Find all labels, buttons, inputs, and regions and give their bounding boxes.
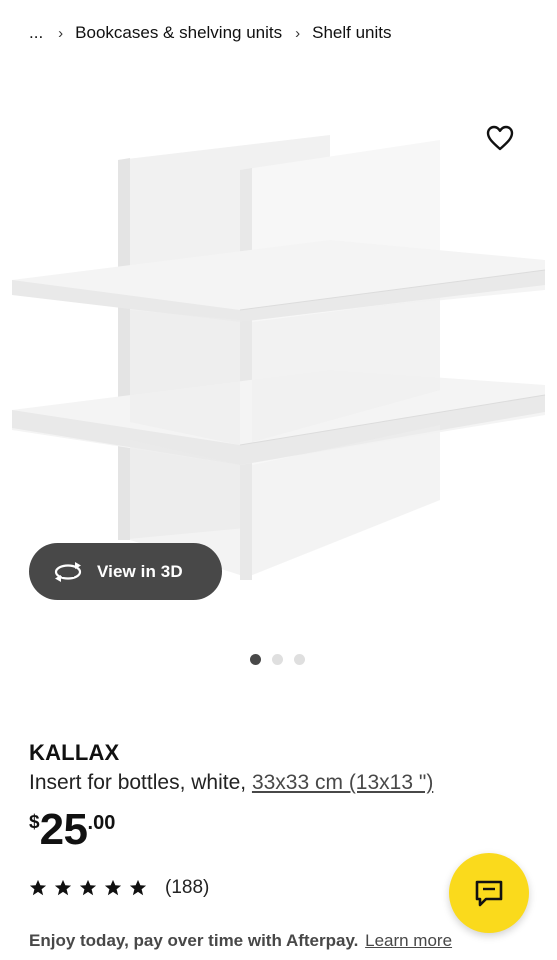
star-icon bbox=[129, 879, 147, 896]
star-icon bbox=[29, 879, 47, 896]
carousel-dot-2[interactable] bbox=[272, 654, 283, 665]
breadcrumb-bookcases[interactable]: Bookcases & shelving units bbox=[75, 23, 282, 43]
price-currency: $ bbox=[29, 812, 40, 833]
product-size-link[interactable]: 33x33 cm (13x13 ") bbox=[252, 771, 433, 794]
product-name: KALLAX bbox=[29, 740, 120, 765]
product-description: Insert for bottles, white, 33x33 cm (13x… bbox=[29, 771, 537, 795]
carousel-dot-3[interactable] bbox=[294, 654, 305, 665]
view-in-3d-label: View in 3D bbox=[97, 561, 183, 581]
chat-icon bbox=[475, 880, 503, 907]
afterpay-banner: Enjoy today, pay over time with Afterpay… bbox=[29, 931, 452, 951]
product-price: $ 25 .00 bbox=[29, 806, 115, 854]
price-integer: 25 bbox=[39, 805, 88, 854]
product-description-text: Insert for bottles, white, bbox=[29, 771, 252, 794]
heart-icon bbox=[486, 125, 514, 151]
star-icon bbox=[104, 879, 122, 896]
price-decimal: .00 bbox=[87, 812, 116, 834]
product-rating[interactable]: (188) bbox=[29, 877, 209, 899]
chevron-right-icon: › bbox=[295, 24, 301, 42]
breadcrumb-shelf-units[interactable]: Shelf units bbox=[312, 23, 391, 43]
favorite-button[interactable] bbox=[484, 123, 516, 153]
view-in-3d-button[interactable]: View in 3D bbox=[29, 543, 222, 600]
chat-button[interactable] bbox=[449, 853, 529, 933]
star-icon bbox=[54, 879, 72, 896]
product-info: KALLAX Insert for bottles, white, 33x33 … bbox=[29, 740, 537, 795]
afterpay-text: Enjoy today, pay over time with Afterpay… bbox=[29, 931, 359, 950]
star-icon bbox=[79, 879, 97, 896]
rating-count[interactable]: (188) bbox=[165, 877, 209, 899]
breadcrumb: ... › Bookcases & shelving units › Shelf… bbox=[29, 20, 547, 46]
carousel-dots bbox=[250, 654, 305, 665]
breadcrumb-ellipsis[interactable]: ... bbox=[29, 23, 43, 43]
afterpay-learn-more-link[interactable]: Learn more bbox=[365, 931, 452, 950]
rating-stars bbox=[29, 879, 147, 897]
rotate-3d-icon bbox=[53, 561, 85, 583]
carousel-dot-1[interactable] bbox=[250, 654, 261, 665]
chevron-right-icon: › bbox=[58, 24, 64, 42]
